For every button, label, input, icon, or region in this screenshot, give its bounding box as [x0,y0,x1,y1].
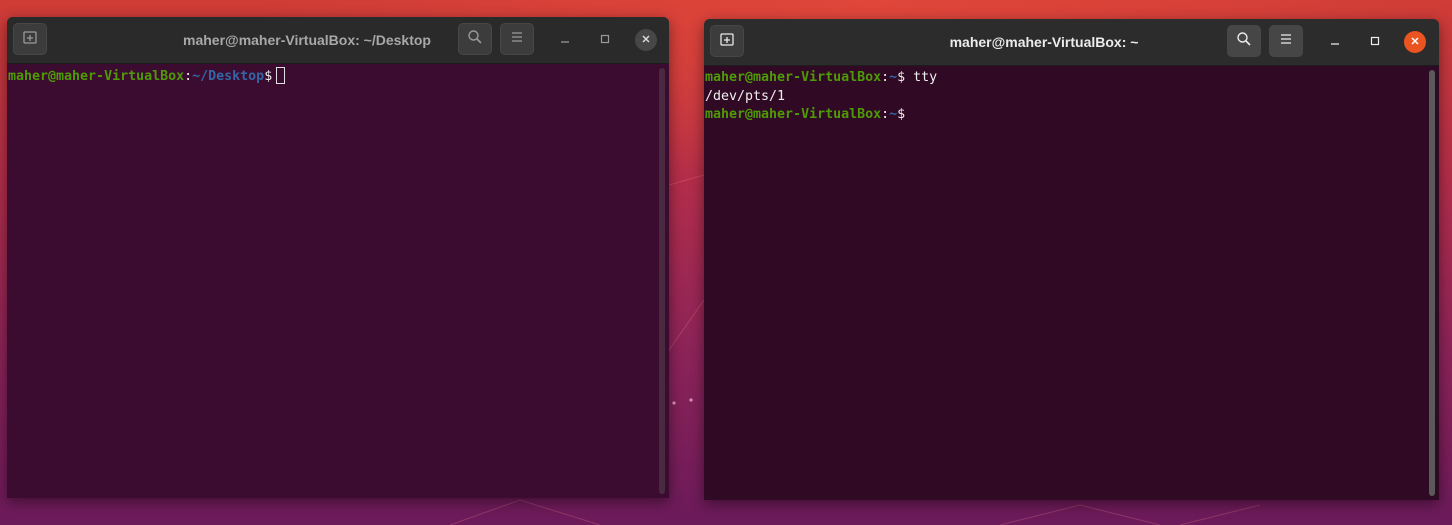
maximize-button[interactable] [594,29,616,51]
maximize-icon [1370,33,1380,51]
prompt-symbol: $ [897,107,906,122]
new-tab-button[interactable] [13,23,47,55]
new-tab-icon [23,30,37,49]
titlebar[interactable]: maher@maher-VirtualBox: ~/Desktop [7,17,669,64]
search-icon [467,29,483,50]
prompt-path: ~ [889,107,898,122]
scrollbar[interactable] [659,68,665,494]
menu-icon [1279,32,1293,50]
command-text: tty [913,70,938,85]
menu-icon [510,30,524,48]
prompt-user-host: maher@maher-VirtualBox [705,107,882,122]
titlebar[interactable]: maher@maher-VirtualBox: ~ [704,19,1439,66]
menu-button[interactable] [500,23,534,55]
prompt-symbol: $ [897,70,914,85]
minimize-icon [560,31,570,49]
text-cursor [276,67,286,84]
terminal-output[interactable]: maher@maher-VirtualBox:~/Desktop$ [7,64,669,498]
menu-button[interactable] [1269,25,1303,57]
close-icon [641,31,651,49]
search-icon [1236,31,1252,52]
window-title: maher@maher-VirtualBox: ~ [949,34,1139,50]
terminal-output[interactable]: maher@maher-VirtualBox:~$ tty /dev/pts/1… [704,66,1439,500]
prompt-line: maher@maher-VirtualBox:~$ [705,106,1439,125]
minimize-button[interactable] [1324,31,1346,53]
output-line: /dev/pts/1 [705,88,786,104]
new-tab-icon [720,32,734,51]
maximize-icon [600,31,610,49]
close-button[interactable] [1404,31,1426,53]
new-tab-button[interactable] [710,25,744,57]
window-title: maher@maher-VirtualBox: ~/Desktop [183,32,431,48]
minimize-icon [1330,33,1340,51]
prompt-symbol: $ [264,69,273,84]
search-button[interactable] [458,23,492,55]
prompt-path: ~ [889,70,898,85]
prompt-line: maher@maher-VirtualBox:~$ tty [705,69,1439,88]
scrollbar[interactable] [1429,70,1435,496]
minimize-button[interactable] [554,29,576,51]
terminal-window-home[interactable]: maher@maher-VirtualBox: ~ maher@maher-Vi… [704,19,1439,500]
search-button[interactable] [1227,25,1261,57]
maximize-button[interactable] [1364,31,1386,53]
terminal-window-desktop[interactable]: maher@maher-VirtualBox: ~/Desktop maher@… [7,17,669,498]
prompt-colon: : [881,107,890,122]
close-icon [1410,33,1420,51]
prompt-colon: : [184,69,193,84]
close-button[interactable] [635,29,657,51]
prompt-colon: : [881,70,890,85]
prompt-user-host: maher@maher-VirtualBox [705,70,882,85]
prompt-user-host: maher@maher-VirtualBox [8,69,185,84]
prompt-path: ~/Desktop [192,69,265,84]
prompt-line: maher@maher-VirtualBox:~/Desktop$ [8,67,669,86]
